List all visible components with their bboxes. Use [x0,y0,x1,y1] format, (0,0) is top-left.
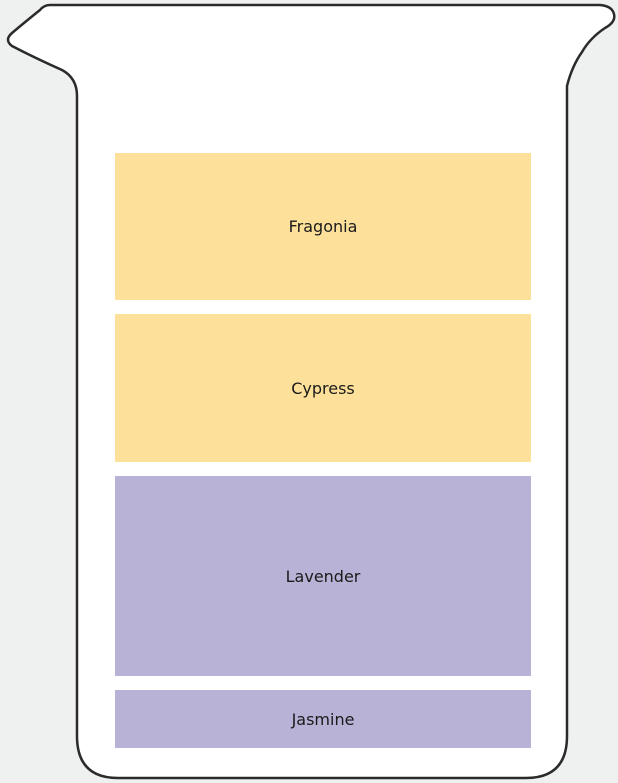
layer-label-fragonia: Fragonia [288,217,358,236]
layer-lavender: Lavender [115,476,531,676]
layer-fragonia: Fragonia [115,153,531,300]
layer-label-lavender: Lavender [285,566,361,586]
layer-jasmine: Jasmine [115,690,531,748]
layer-cypress: Cypress [115,314,531,462]
layer-label-cypress: Cypress [291,378,355,398]
layer-label-jasmine: Jasmine [291,709,355,729]
diagram-canvas: Fragonia Cypress Lavender Jasmine [0,0,618,783]
